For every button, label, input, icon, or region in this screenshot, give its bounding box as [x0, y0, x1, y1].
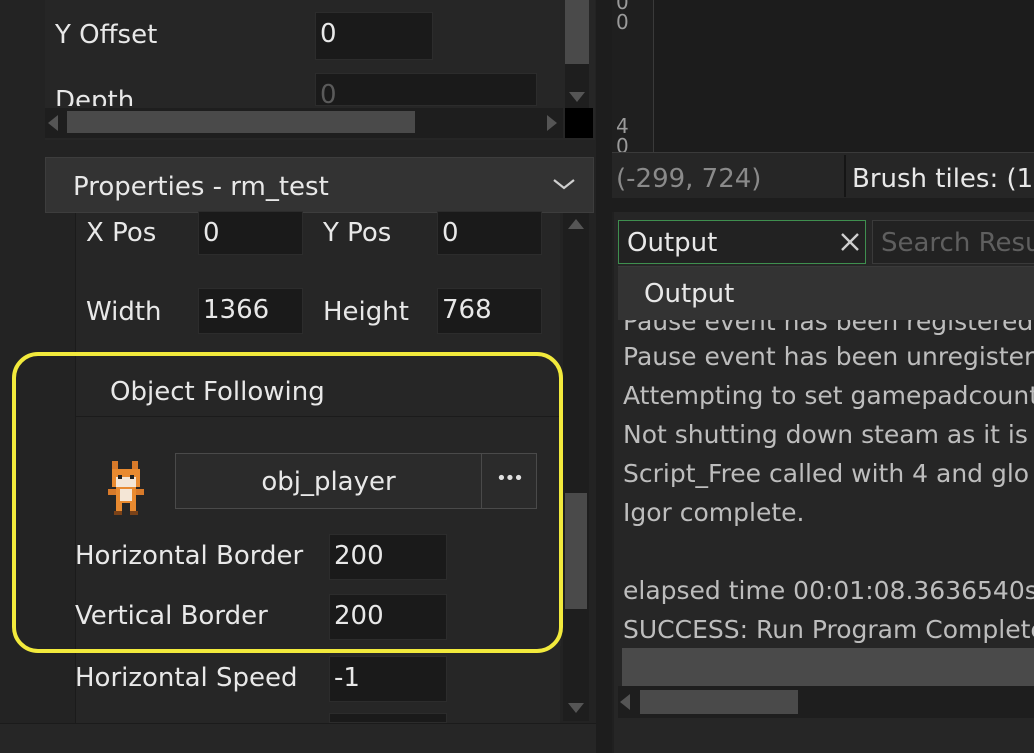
width-label: Width: [86, 297, 162, 327]
log-line: Pause event has been unregistered: [623, 342, 1034, 371]
panel-divider[interactable]: [596, 0, 612, 753]
layer-props-vscroll-thumb[interactable]: [565, 0, 589, 64]
output-hscroll-thumb[interactable]: [640, 690, 798, 714]
height-input[interactable]: 768: [437, 288, 542, 334]
output-selector[interactable]: Output: [618, 220, 866, 264]
log-line: Script_Free called with 4 and glo: [623, 459, 1030, 488]
room-canvas-area[interactable]: 0 0 4 0: [612, 0, 1034, 158]
y-pos-label: Y Pos: [323, 218, 392, 248]
right-panel-gap: [612, 198, 1034, 212]
output-window: Output Search Results Pause event has be…: [614, 212, 1034, 753]
log-line: elapsed time 00:01:08.3636540s: [623, 576, 1034, 605]
layer-props-vscrollbar[interactable]: [565, 0, 589, 108]
log-line: SUCCESS: Run Program Complete: [623, 615, 1034, 644]
status-separator: [844, 155, 846, 197]
room-scroll-up-arrow-icon[interactable]: [568, 219, 584, 229]
x-pos-label: X Pos: [86, 218, 157, 248]
left-panel: Y Offset 0 Depth 0 Properties - rm_test …: [0, 0, 596, 753]
log-line: Attempting to set gamepadcount: [623, 381, 1034, 410]
search-results-placeholder: Search Results: [881, 228, 1034, 258]
y-pos-input[interactable]: 0: [437, 211, 542, 255]
height-label: Height: [323, 297, 409, 327]
log-line: Not shutting down steam as it is: [623, 420, 1028, 449]
next-field-input[interactable]: [329, 713, 447, 723]
scroll-left-arrow-icon[interactable]: [48, 115, 58, 131]
scroll-down-arrow-icon[interactable]: [569, 92, 585, 102]
search-results-input[interactable]: Search Results: [872, 220, 1034, 264]
layer-props-hscrollbar[interactable]: [45, 108, 563, 138]
x-pos-input[interactable]: 0: [198, 211, 303, 255]
properties-header[interactable]: Properties - rm_test: [45, 157, 594, 213]
room-props-vscroll-thumb[interactable]: [565, 493, 587, 609]
output-selector-value: Output: [627, 228, 718, 258]
highlight-callout: [12, 352, 563, 653]
depth-input[interactable]: 0: [315, 73, 537, 106]
width-input[interactable]: 1366: [198, 288, 303, 334]
horizontal-speed-input[interactable]: -1: [329, 656, 447, 702]
vertical-ruler: 0 0 4 0: [612, 0, 654, 158]
canvas-status-bar: (-299, 724) Brush tiles: (1): [612, 152, 1034, 198]
depth-label: Depth: [55, 88, 135, 106]
y-offset-label: Y Offset: [55, 20, 158, 50]
cursor-coords: (-299, 724): [616, 164, 762, 194]
properties-title: Properties - rm_test: [73, 172, 329, 202]
room-props-vscrollbar[interactable]: [563, 213, 589, 721]
room-scroll-down-arrow-icon[interactable]: [568, 703, 584, 713]
layer-properties-section: Y Offset 0 Depth 0: [45, 0, 595, 140]
y-offset-input[interactable]: 0: [315, 12, 433, 60]
output-log: Pause event has been registered Pause ev…: [614, 308, 1034, 692]
chevron-down-icon[interactable]: [551, 176, 577, 192]
output-dropdown-menu: Output: [618, 266, 1034, 320]
menu-item-output[interactable]: Output: [644, 281, 734, 307]
output-hscrollbar[interactable]: [618, 686, 1034, 718]
scroll-corner: [565, 108, 593, 138]
horizontal-speed-label: Horizontal Speed: [75, 663, 298, 693]
log-line: Igor complete.: [623, 498, 805, 527]
right-panel: 0 0 4 0 (-299, 724) Brush tiles: (1) Out…: [612, 0, 1034, 753]
brush-tiles-info: Brush tiles: (1): [852, 164, 1034, 194]
layer-props-hscroll-thumb[interactable]: [67, 111, 415, 133]
close-icon[interactable]: [839, 231, 861, 253]
output-input-bar[interactable]: [622, 648, 1034, 686]
scroll-right-arrow-icon[interactable]: [547, 115, 557, 131]
ruler-top-digit-2: 0: [616, 10, 629, 34]
left-bottom-strip: [0, 723, 596, 753]
output-scroll-left-icon[interactable]: [620, 694, 630, 710]
